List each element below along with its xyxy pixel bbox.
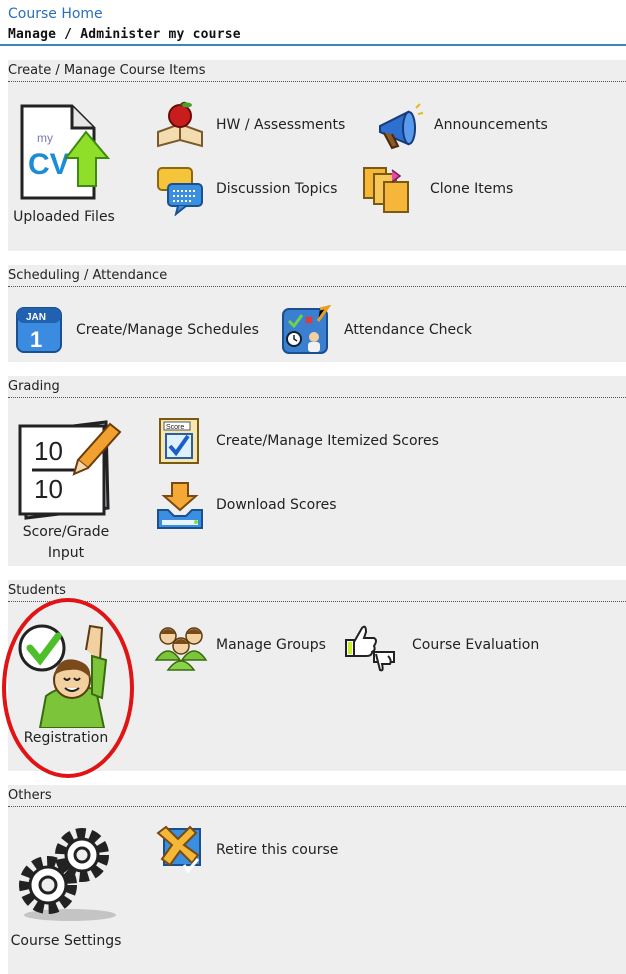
thumbs-icon (345, 625, 395, 672)
gears-icon (19, 828, 116, 921)
megaphone-icon (379, 103, 424, 150)
uploaded-files-button[interactable]: my CV Uploaded Files (10, 100, 118, 248)
attendance-check-button[interactable]: Attendance Check (280, 305, 490, 357)
svg-text:10: 10 (34, 474, 63, 504)
course-evaluation-button[interactable]: Course Evaluation (340, 620, 550, 672)
svg-text:Score: Score (166, 424, 184, 431)
discussion-topics-button[interactable]: Discussion Topics (154, 164, 364, 216)
section-header: Students (8, 580, 626, 602)
document-upload-icon: my CV (20, 104, 111, 200)
manage-groups-label: Manage Groups (216, 637, 326, 653)
section-title: Create / Manage Course Items (8, 63, 206, 78)
section-title: Grading (8, 379, 60, 394)
registration-student-icon (18, 624, 108, 729)
calendar-day: 1 (30, 327, 42, 352)
section-scheduling: Scheduling / Attendance JAN 1 Create/Man… (8, 265, 626, 362)
section-header: Scheduling / Attendance (8, 265, 626, 287)
retire-course-button[interactable]: Retire this course (154, 825, 374, 877)
hw-assessments-button[interactable]: HW / Assessments (154, 100, 364, 152)
clone-folders-icon (363, 167, 409, 213)
page-title: Manage / Administer my course (8, 27, 241, 42)
calendar-icon: JAN 1 (16, 307, 62, 353)
download-scores-label: Download Scores (216, 497, 337, 513)
clone-items-label: Clone Items (430, 181, 514, 197)
section-title: Students (8, 583, 66, 598)
retire-icon (156, 825, 201, 874)
manage-schedules-label: Create/Manage Schedules (76, 322, 259, 338)
manage-groups-button[interactable]: Manage Groups (154, 620, 344, 672)
apple-book-icon (157, 101, 203, 148)
manage-schedules-button[interactable]: JAN 1 Create/Manage Schedules (14, 305, 276, 357)
course-evaluation-label: Course Evaluation (412, 637, 540, 653)
chat-bubbles-icon (157, 167, 203, 216)
section-grading: Grading 10 10 Score/Grade Input Score Cr… (8, 376, 626, 566)
discussion-topics-label: Discussion Topics (216, 181, 338, 197)
section-students: Students Registration Manage Groups Cour… (8, 580, 626, 771)
group-icon (154, 627, 208, 671)
attendance-board-icon (282, 305, 332, 354)
itemized-scores-label: Create/Manage Itemized Scores (216, 433, 439, 449)
download-tray-icon (157, 482, 203, 529)
registration-label: Registration (23, 730, 109, 746)
uploaded-files-label: Uploaded Files (13, 209, 115, 225)
svg-text:CV: CV (28, 148, 70, 181)
score-grade-input-button[interactable]: 10 10 Score/Grade Input (10, 416, 122, 564)
course-home-link[interactable]: Course Home (8, 6, 103, 22)
svg-text:my: my (37, 131, 53, 145)
score-card-icon: Score (159, 418, 199, 464)
hw-assessments-label: HW / Assessments (216, 117, 346, 133)
calendar-month: JAN (26, 312, 46, 323)
course-settings-label: Course Settings (10, 933, 122, 949)
section-title: Scheduling / Attendance (8, 268, 168, 283)
attendance-check-label: Attendance Check (344, 322, 472, 338)
announcements-button[interactable]: Announcements (372, 100, 572, 152)
section-header: Others (8, 785, 626, 807)
announcements-label: Announcements (434, 117, 548, 133)
itemized-scores-button[interactable]: Score Create/Manage Itemized Scores (154, 416, 464, 468)
title-divider (0, 44, 626, 46)
section-create-manage: Create / Manage Course Items my CV Uploa… (8, 60, 626, 251)
clone-items-button[interactable]: Clone Items (360, 164, 540, 216)
course-settings-button[interactable]: Course Settings (10, 825, 122, 973)
section-title: Others (8, 788, 52, 803)
score-grade-input-label: Score/Grade Input (22, 524, 110, 561)
section-others: Others Course Settings Retire this cours… (8, 785, 626, 974)
download-scores-button[interactable]: Download Scores (154, 480, 364, 532)
section-header: Create / Manage Course Items (8, 60, 626, 82)
registration-button[interactable]: Registration (10, 620, 122, 752)
retire-course-label: Retire this course (216, 842, 339, 858)
svg-text:10: 10 (34, 436, 63, 466)
section-header: Grading (8, 376, 626, 398)
score-pad-icon: 10 10 (18, 420, 122, 520)
